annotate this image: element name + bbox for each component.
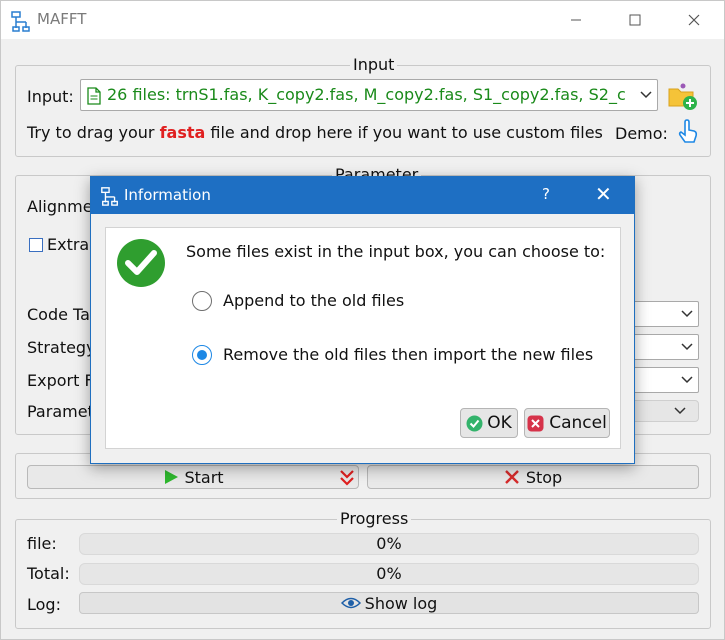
minimize-button[interactable]: [553, 5, 599, 35]
input-label: Input:: [27, 87, 74, 106]
maximize-button[interactable]: [612, 5, 658, 35]
cancel-label: Cancel: [549, 413, 607, 433]
play-icon: [165, 470, 179, 484]
remove-option-label[interactable]: Remove the old files then import the new…: [223, 345, 593, 365]
chevron-down-icon: [676, 368, 698, 392]
chevron-down-icon: [676, 335, 698, 359]
cancel-x-icon: [527, 415, 544, 431]
drag-hint: Try to drag your fasta file and drop her…: [27, 123, 603, 143]
start-button[interactable]: Start: [27, 465, 359, 489]
export-format-combo[interactable]: [631, 367, 699, 393]
append-option-label[interactable]: Append to the old files: [223, 291, 404, 311]
extract-checkbox[interactable]: [29, 238, 43, 252]
parameters-expand-button[interactable]: [631, 400, 699, 422]
code-table-combo[interactable]: [631, 301, 699, 327]
remove-radio[interactable]: [192, 345, 212, 365]
demo-label: Demo:: [615, 124, 668, 143]
drag-hint-post: file and drop here if you want to use cu…: [210, 123, 603, 142]
export-format-label: Export F: [27, 371, 94, 390]
total-progress-label: Total:: [27, 564, 70, 583]
drag-hint-pre: Try to drag your: [27, 123, 155, 142]
file-progress-label: file:: [27, 534, 57, 553]
close-icon: [688, 14, 700, 26]
parameters-label: Paramet: [27, 402, 94, 421]
ok-label: OK: [487, 413, 512, 433]
input-group-title: Input: [350, 56, 398, 74]
dialog-content-panel: Some files exist in the input box, you c…: [105, 227, 621, 449]
input-files-combo[interactable]: 26 files: trnS1.fas, K_copy2.fas, M_copy…: [80, 79, 658, 111]
window-title: MAFFT: [37, 10, 87, 28]
maximize-icon: [629, 14, 641, 26]
chevron-down-icon: [674, 407, 686, 415]
stop-button[interactable]: Stop: [367, 465, 699, 489]
code-table-label: Code Ta: [27, 305, 90, 324]
minimize-icon: [571, 19, 581, 21]
dialog-title: Information: [124, 186, 211, 204]
success-check-icon: [117, 239, 165, 287]
check-icon: [466, 415, 483, 431]
app-tree-icon: [11, 11, 30, 32]
dialog-title-bar: Information ? ✕: [91, 177, 634, 214]
eye-icon: [340, 597, 361, 609]
cancel-button[interactable]: Cancel: [524, 408, 610, 438]
close-button[interactable]: [671, 5, 717, 35]
chevron-down-icon: [676, 302, 698, 326]
input-files-value: 26 files: trnS1.fas, K_copy2.fas, M_copy…: [107, 85, 626, 104]
file-progress-value: 0%: [376, 534, 402, 553]
show-log-button[interactable]: Show log: [79, 592, 699, 614]
open-folder-add-icon[interactable]: [667, 81, 699, 111]
stop-label: Stop: [525, 467, 563, 487]
alignment-label: Alignme: [27, 197, 93, 216]
show-log-label: Show log: [364, 593, 438, 613]
drag-hint-fasta: fasta: [159, 123, 206, 142]
document-icon: [87, 87, 101, 105]
progress-group-title: Progress: [337, 510, 412, 528]
chevron-down-icon[interactable]: [635, 80, 657, 110]
dialog-close-button[interactable]: ✕: [595, 182, 612, 206]
hand-pointer-icon[interactable]: [676, 119, 700, 145]
append-radio[interactable]: [192, 291, 212, 311]
information-dialog: Information ? ✕ Some files exist in the …: [90, 176, 635, 464]
log-label: Log:: [27, 595, 61, 614]
ok-button[interactable]: OK: [460, 408, 518, 438]
total-progress-bar: 0%: [79, 563, 699, 585]
strategy-combo[interactable]: [631, 334, 699, 360]
file-progress-bar: 0%: [79, 533, 699, 555]
dialog-message: Some files exist in the input box, you c…: [186, 242, 606, 261]
stop-x-icon: [504, 470, 519, 484]
total-progress-value: 0%: [376, 564, 402, 583]
title-bar: MAFFT: [1, 1, 724, 39]
strategy-label: Strategy: [27, 338, 96, 357]
double-chevron-down-icon[interactable]: [339, 469, 355, 487]
start-label: Start: [184, 467, 224, 487]
dialog-help-button[interactable]: ?: [542, 185, 550, 203]
app-tree-icon: [101, 187, 118, 206]
